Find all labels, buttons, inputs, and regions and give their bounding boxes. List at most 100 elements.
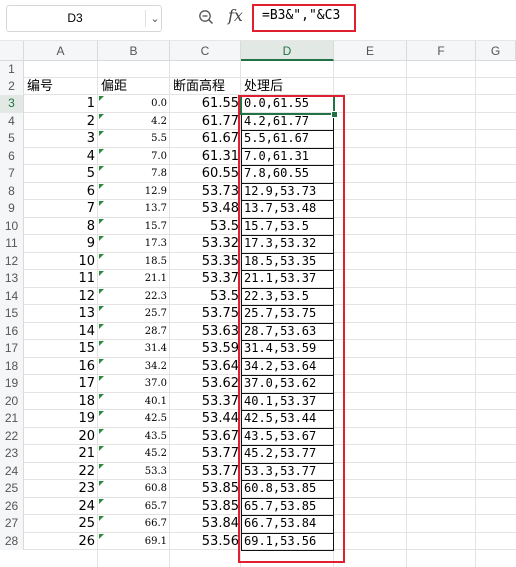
row-header[interactable]: 23 — [0, 445, 24, 463]
row-header[interactable]: 9 — [0, 200, 24, 218]
cell-elevation[interactable]: 53.37 — [170, 270, 239, 288]
cell-number[interactable]: 9 — [24, 235, 95, 253]
cell-number[interactable]: 2 — [24, 113, 95, 131]
cell-offset[interactable]: 43.5 — [98, 428, 167, 446]
formula-input[interactable]: =B3&","&C3 — [262, 8, 340, 23]
cell-elevation[interactable]: 53.63 — [170, 323, 239, 341]
cell-elevation[interactable]: 53.48 — [170, 200, 239, 218]
row-header[interactable]: 3 — [0, 95, 24, 113]
chevron-down-icon[interactable]: ⌄ — [148, 6, 162, 31]
name-box-value[interactable]: D3 — [7, 6, 143, 31]
cell-offset[interactable]: 13.7 — [98, 200, 167, 218]
row-header[interactable]: 10 — [0, 217, 24, 235]
column-header-f[interactable]: F — [407, 41, 476, 61]
row-header[interactable]: 22 — [0, 427, 24, 445]
row-header[interactable]: 26 — [0, 497, 24, 515]
cell-elevation[interactable]: 53.85 — [170, 498, 239, 516]
cell-offset[interactable]: 5.5 — [98, 130, 167, 148]
row-header[interactable]: 7 — [0, 165, 24, 183]
row-header[interactable]: 13 — [0, 270, 24, 288]
cell-elevation[interactable]: 53.56 — [170, 533, 239, 551]
select-all-corner[interactable] — [0, 41, 24, 61]
cell-offset[interactable]: 53.3 — [98, 463, 167, 481]
cell-offset[interactable]: 34.2 — [98, 358, 167, 376]
cell-offset[interactable]: 66.7 — [98, 515, 167, 533]
cell-number[interactable]: 18 — [24, 393, 95, 411]
row-header[interactable]: 8 — [0, 182, 24, 200]
cell-offset[interactable]: 21.1 — [98, 270, 167, 288]
cell-offset[interactable]: 4.2 — [98, 113, 167, 131]
cell-offset[interactable]: 15.7 — [98, 218, 167, 236]
row-header[interactable]: 16 — [0, 322, 24, 340]
cell-offset[interactable]: 40.1 — [98, 393, 167, 411]
row-header[interactable]: 5 — [0, 130, 24, 148]
cell-offset[interactable]: 28.7 — [98, 323, 167, 341]
column-header-g[interactable]: G — [476, 41, 516, 61]
cell-elevation[interactable]: 53.84 — [170, 515, 239, 533]
cell-elevation[interactable]: 53.64 — [170, 358, 239, 376]
cell-number[interactable]: 22 — [24, 463, 95, 481]
cell-offset[interactable]: 60.8 — [98, 480, 167, 498]
column-header-b[interactable]: B — [98, 41, 170, 61]
row-header[interactable]: 19 — [0, 375, 24, 393]
cell-number[interactable]: 12 — [24, 288, 95, 306]
row-header[interactable]: 20 — [0, 392, 24, 410]
cell-offset[interactable]: 17.3 — [98, 235, 167, 253]
cell-elevation[interactable]: 61.31 — [170, 148, 239, 166]
column-header-e[interactable]: E — [334, 41, 407, 61]
row-header[interactable]: 17 — [0, 340, 24, 358]
cell-elevation[interactable]: 53.35 — [170, 253, 239, 271]
row-header[interactable]: 28 — [0, 532, 24, 550]
cell-number[interactable]: 24 — [24, 498, 95, 516]
row-header[interactable]: 18 — [0, 357, 24, 375]
cell-elevation[interactable]: 53.44 — [170, 410, 239, 428]
row-header[interactable]: 11 — [0, 235, 24, 253]
cell-elevation[interactable]: 53.75 — [170, 305, 239, 323]
header-number[interactable]: 编号 — [27, 78, 97, 95]
cell-offset[interactable]: 12.9 — [98, 183, 167, 201]
header-offset[interactable]: 偏距 — [101, 78, 171, 95]
cell-elevation[interactable]: 53.37 — [170, 393, 239, 411]
row-header[interactable]: 24 — [0, 462, 24, 480]
cell-elevation[interactable]: 61.77 — [170, 113, 239, 131]
cell-elevation[interactable]: 53.32 — [170, 235, 239, 253]
cell-number[interactable]: 26 — [24, 533, 95, 551]
row-header[interactable]: 1 — [0, 61, 24, 78]
column-header-c[interactable]: C — [170, 41, 241, 61]
cell-number[interactable]: 14 — [24, 323, 95, 341]
row-header[interactable]: 15 — [0, 305, 24, 323]
column-header-a[interactable]: A — [24, 41, 98, 61]
row-header[interactable]: 14 — [0, 287, 24, 305]
cell-offset[interactable]: 65.7 — [98, 498, 167, 516]
cell-number[interactable]: 17 — [24, 375, 95, 393]
cell-number[interactable]: 8 — [24, 218, 95, 236]
column-header-d[interactable]: D — [241, 41, 334, 61]
cell-elevation[interactable]: 60.55 — [170, 165, 239, 183]
cell-number[interactable]: 25 — [24, 515, 95, 533]
cell-elevation[interactable]: 53.77 — [170, 463, 239, 481]
cell-offset[interactable]: 22.3 — [98, 288, 167, 306]
cell-number[interactable]: 6 — [24, 183, 95, 201]
row-header[interactable]: 4 — [0, 112, 24, 130]
row-header[interactable]: 2 — [0, 78, 24, 95]
header-processed[interactable]: 处理后 — [244, 78, 324, 95]
cell-number[interactable]: 10 — [24, 253, 95, 271]
zoom-icon[interactable] — [198, 9, 214, 25]
cell-number[interactable]: 13 — [24, 305, 95, 323]
cell-elevation[interactable]: 53.5 — [170, 288, 239, 306]
cell-elevation[interactable]: 61.55 — [170, 95, 239, 113]
cell-offset[interactable]: 45.2 — [98, 445, 167, 463]
cell-number[interactable]: 19 — [24, 410, 95, 428]
name-box[interactable]: D3 ⌄ — [6, 5, 162, 32]
fx-icon[interactable]: fx — [228, 6, 243, 25]
cell-offset[interactable]: 31.4 — [98, 340, 167, 358]
cell-offset[interactable]: 7.0 — [98, 148, 167, 166]
cell-number[interactable]: 1 — [24, 95, 95, 113]
row-header[interactable]: 25 — [0, 480, 24, 498]
cell-number[interactable]: 4 — [24, 148, 95, 166]
cell-number[interactable]: 5 — [24, 165, 95, 183]
cell-number[interactable]: 23 — [24, 480, 95, 498]
cell-number[interactable]: 7 — [24, 200, 95, 218]
cell-elevation[interactable]: 53.5 — [170, 218, 239, 236]
row-header[interactable]: 6 — [0, 147, 24, 165]
